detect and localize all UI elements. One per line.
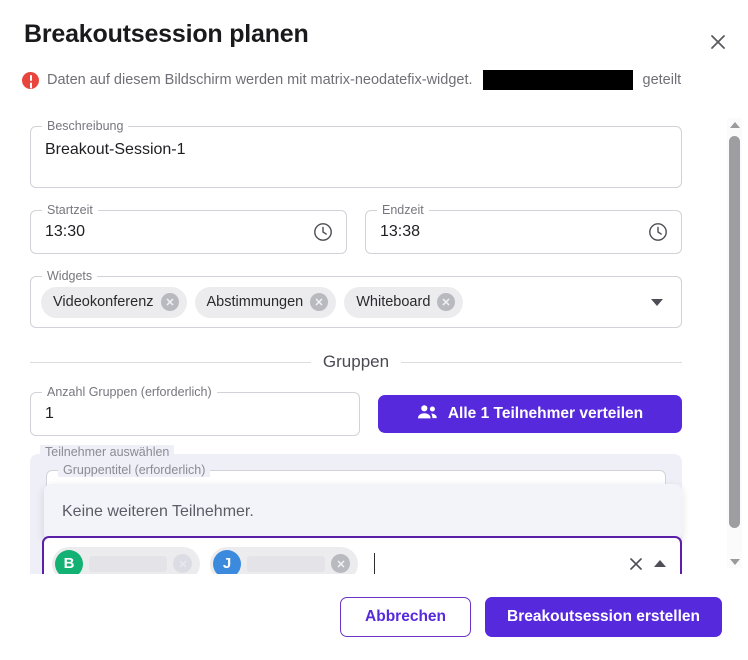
participant-chip-list: B J [52, 546, 624, 574]
remove-circle-icon[interactable] [310, 293, 329, 311]
group-card: Gruppentitel (erforderlich) Teilnehmer a… [30, 445, 682, 574]
widget-chip-label: Whiteboard [356, 294, 431, 310]
groups-section-divider: Gruppen [30, 352, 683, 372]
avatar: J [213, 549, 241, 574]
participants-text-caret [374, 552, 375, 574]
close-dialog-button[interactable] [702, 26, 734, 58]
end-time-input[interactable]: 13:38 [380, 221, 647, 243]
clock-icon[interactable] [312, 221, 334, 243]
divider-line-left [30, 361, 311, 363]
remove-circle-icon[interactable] [437, 293, 456, 311]
start-time-input[interactable]: 13:30 [45, 221, 312, 243]
time-row: Startzeit 13:30 Endzeit 13:38 [30, 203, 682, 254]
group-title-label: Gruppentitel (erforderlich) [58, 463, 211, 477]
description-field[interactable]: Beschreibung Breakout-Session-1 [30, 119, 682, 188]
schedule-breakout-session-dialog: Breakoutsession planen Daten auf diesem … [0, 0, 748, 660]
widget-chip[interactable]: Abstimmungen [194, 286, 337, 318]
participant-chip[interactable]: J [210, 546, 358, 574]
start-time-label: Startzeit [42, 203, 98, 217]
scrollbar-thumb[interactable] [729, 136, 740, 528]
avatar: B [55, 549, 83, 574]
groups-heading: Gruppen [322, 352, 390, 371]
start-time-field[interactable]: Startzeit 13:30 [30, 203, 347, 254]
participant-name-redacted [89, 555, 167, 572]
participant-name-redacted [247, 555, 325, 572]
dialog-footer: Abbrechen Breakoutsession erstellen [0, 574, 748, 660]
close-icon [708, 32, 728, 52]
widget-chip-label: Abstimmungen [206, 294, 304, 310]
clock-icon[interactable] [647, 221, 669, 243]
distribute-button-label: Alle 1 Teilnehmer verteilen [447, 405, 644, 422]
widgets-label: Widgets [42, 269, 98, 283]
data-sharing-notice: Daten auf diesem Bildschirm werden mit m… [22, 70, 732, 90]
cancel-button[interactable]: Abbrechen [340, 597, 472, 637]
widgets-chip-list: Videokonferenz Abstimmungen Whiteboard [41, 286, 651, 318]
create-breakout-session-button[interactable]: Breakoutsession erstellen [485, 597, 722, 637]
scroll-down-arrow-icon[interactable] [728, 555, 741, 568]
dialog-scroll-area: Beschreibung Breakout-Session-1 Startzei… [0, 112, 748, 574]
remove-circle-icon[interactable] [331, 554, 350, 573]
groups-controls-row: Anzahl Gruppen (erforderlich) 1 Alle 1 T… [30, 385, 682, 436]
end-time-label: Endzeit [377, 203, 429, 217]
notice-text-after: geteilt [642, 72, 682, 88]
participants-select-label: Teilnehmer auswählen [40, 445, 175, 459]
redacted-domain [482, 70, 633, 90]
dialog-header: Breakoutsession planen [0, 0, 748, 50]
page-title: Breakoutsession planen [24, 20, 309, 48]
remove-circle-icon[interactable] [173, 554, 192, 573]
notice-text-before: Daten auf diesem Bildschirm werden mit m… [47, 72, 473, 88]
remove-circle-icon[interactable] [160, 293, 179, 311]
scroll-up-arrow-icon[interactable] [728, 118, 741, 131]
group-count-input[interactable]: 1 [45, 403, 54, 425]
chevron-down-icon[interactable] [651, 298, 663, 306]
participant-chip[interactable]: B [52, 546, 200, 574]
widget-chip[interactable]: Whiteboard [344, 286, 464, 318]
chevron-up-icon[interactable] [654, 560, 666, 567]
clear-participants-button[interactable] [624, 552, 648, 575]
breakout-form: Beschreibung Breakout-Session-1 Startzei… [0, 112, 712, 574]
no-more-participants-dropdown: Keine weiteren Teilnehmer. [44, 484, 682, 540]
group-count-label: Anzahl Gruppen (erforderlich) [42, 385, 217, 399]
divider-line-right [401, 361, 683, 363]
description-input[interactable]: Breakout-Session-1 [45, 139, 667, 161]
error-circle-icon [22, 71, 39, 89]
widget-chip-label: Videokonferenz [53, 294, 154, 310]
vertical-scrollbar[interactable] [727, 118, 742, 568]
no-more-participants-message: Keine weiteren Teilnehmer. [62, 503, 254, 520]
group-count-field[interactable]: Anzahl Gruppen (erforderlich) 1 [30, 385, 360, 436]
people-icon [417, 404, 438, 425]
widgets-field[interactable]: Widgets Videokonferenz Abstimmungen Whit… [30, 269, 682, 328]
distribute-participants-button[interactable]: Alle 1 Teilnehmer verteilen [378, 395, 682, 433]
widget-chip[interactable]: Videokonferenz [41, 286, 187, 318]
description-label: Beschreibung [42, 119, 129, 133]
end-time-field[interactable]: Endzeit 13:38 [365, 203, 682, 254]
participants-select-field[interactable]: B J [42, 536, 682, 574]
